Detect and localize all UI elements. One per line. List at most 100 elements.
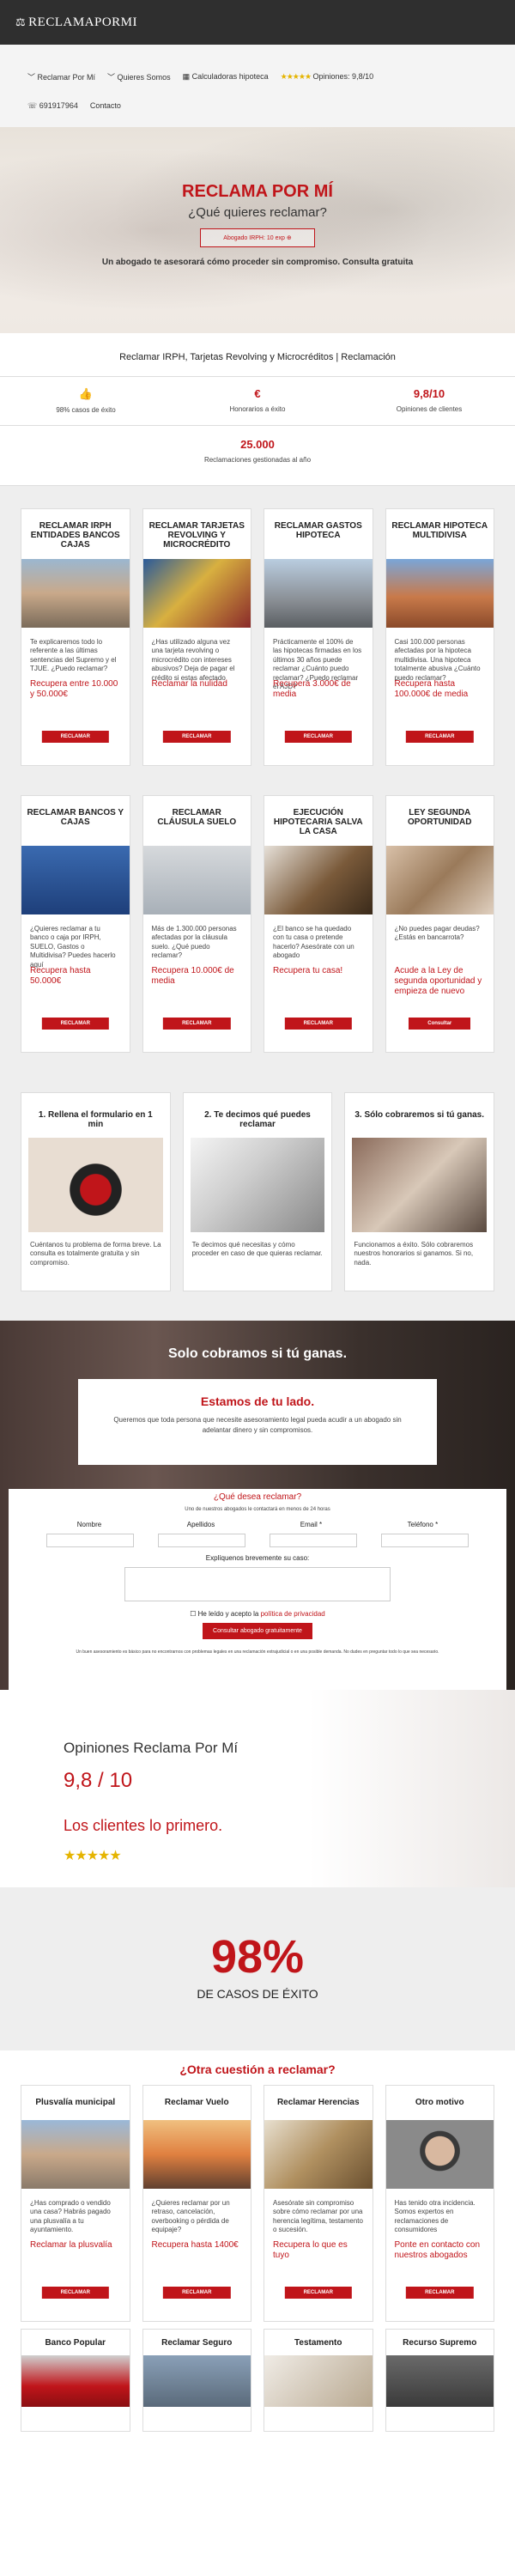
nav-item-quienes[interactable]: ﹀ Quieres Somos xyxy=(107,71,171,82)
card-ejecucion[interactable]: EJECUCIÓN HIPOTECARIA SALVA LA CASA ¿El b… xyxy=(264,795,373,1053)
other-claims-row: Plusvalía municipal ¿Has comprado o vendi… xyxy=(0,2085,515,2322)
submit-button[interactable]: Consultar abogado gratuitamente xyxy=(203,1623,312,1639)
step-2: 2. Te decimos qué puedes reclamar Te deci… xyxy=(182,1092,333,1291)
promise-box: Estamos de tu lado. Queremos que toda pe… xyxy=(78,1379,437,1465)
gavel-house-image xyxy=(264,846,373,914)
card-recurso-supremo[interactable]: Recurso Supremo xyxy=(385,2329,494,2432)
supreme-court-image xyxy=(385,2355,494,2407)
card-banco-popular[interactable]: Banco Popular xyxy=(21,2329,130,2432)
stars-icon: ★★★★★ xyxy=(280,71,312,81)
nav-item-calculadoras[interactable]: ▦ Calculadoras hipoteca xyxy=(183,72,269,82)
town-hall-image xyxy=(21,2120,130,2189)
total-claims: 25.000 Reclamaciones gestionadas al año xyxy=(0,426,515,486)
phone-form-image xyxy=(28,1138,163,1232)
bank-sign-image xyxy=(21,2355,130,2407)
brand-name: RECLAMAPORMI xyxy=(28,15,138,29)
reclamar-button[interactable]: RECLAMAR xyxy=(284,2287,352,2299)
floor-clause-image xyxy=(142,846,251,914)
case-textarea[interactable] xyxy=(124,1567,391,1601)
stat-rating: 9,8/10 Opiniones de clientes xyxy=(343,377,515,425)
nav-item-reclamar[interactable]: ﹀ Reclamar Por Mí xyxy=(27,71,95,82)
card-segunda-oportunidad[interactable]: LEY SEGUNDA OPORTUNIDAD ¿No puedes pagar … xyxy=(385,795,494,1053)
reclamar-button[interactable]: RECLAMAR xyxy=(163,731,231,743)
consultar-button[interactable]: Consultar xyxy=(409,1018,471,1030)
top-bar: ⚖ RECLAMAPORMI xyxy=(0,0,515,45)
nav-item-phone[interactable]: ☏ 691917964 xyxy=(27,101,78,111)
euro-icon: € xyxy=(254,387,261,400)
worried-woman-image xyxy=(385,846,494,914)
reclamar-button[interactable]: RECLAMAR xyxy=(41,731,109,743)
card-multidivisa[interactable]: RECLAMAR HIPOTECA MULTIDIVISA Casi 100.00… xyxy=(385,508,494,766)
contact-form: ¿Qué desea reclamar? Uno de nuestros abo… xyxy=(9,1489,506,1695)
reclamar-button[interactable]: RECLAMAR xyxy=(406,2287,474,2299)
stat-success: 👍 98% casos de éxito xyxy=(0,377,172,425)
card-herencias[interactable]: Reclamar Herencias Asesórate sin compromi… xyxy=(264,2085,373,2322)
documents-image xyxy=(190,1138,325,1232)
reclamar-button[interactable]: RECLAMAR xyxy=(163,1018,231,1030)
surname-field[interactable] xyxy=(158,1534,245,1547)
privacy-link[interactable]: política de privacidad xyxy=(261,1610,325,1618)
services-section: RECLAMAR IRPH ENTIDADES BANCOS CAJAS Te e… xyxy=(0,486,515,1066)
reclamar-button[interactable]: RECLAMAR xyxy=(41,1018,109,1030)
reclamar-button[interactable]: RECLAMAR xyxy=(284,731,352,743)
card-irph[interactable]: RECLAMAR IRPH ENTIDADES BANCOS CAJAS Te e… xyxy=(21,508,130,766)
housing-image xyxy=(385,559,494,628)
email-field[interactable] xyxy=(270,1534,357,1547)
reclamar-button[interactable]: RECLAMAR xyxy=(163,2287,231,2299)
main-nav: ﹀ Reclamar Por Mí ﹀ Quieres Somos ▦ Calc… xyxy=(0,45,515,127)
claim-question[interactable]: ¿Qué desea reclamar? xyxy=(9,1489,506,1502)
reclamar-button[interactable]: RECLAMAR xyxy=(41,2287,109,2299)
reclamar-button[interactable]: RECLAMAR xyxy=(284,1018,352,1030)
steps-section: 1. Rellena el formulario en 1 min Cuéntan… xyxy=(0,1066,515,1321)
city-building-image xyxy=(21,559,130,628)
rating-stars-icon: ★★★★★ xyxy=(64,1849,122,1863)
contact-section: Solo cobramos si tú ganas. Estamos de tu… xyxy=(0,1321,515,1695)
seo-heading: Reclamar IRPH, Tarjetas Revolving y Micr… xyxy=(119,352,396,362)
nav-item-contacto[interactable]: Contacto xyxy=(90,101,121,110)
phone-field[interactable] xyxy=(381,1534,469,1547)
other-claims-title: ¿Otra cuestión a reclamar? xyxy=(179,2063,336,2076)
card-seguro[interactable]: Reclamar Seguro xyxy=(142,2329,251,2432)
handshake-image xyxy=(352,1138,488,1232)
stat-fees: € Honorarios a éxito xyxy=(172,377,343,425)
credit-cards-image xyxy=(142,559,251,628)
card-bancos[interactable]: RECLAMAR BANCOS Y CAJAS ¿Quieres reclamar… xyxy=(21,795,130,1053)
calculator-icon: ▦ xyxy=(182,71,191,81)
airplane-image xyxy=(142,2120,251,2189)
keys-image xyxy=(264,2120,373,2189)
hero-title: RECLAMA POR MÍ xyxy=(182,182,333,201)
hero: RECLAMA POR MÍ ¿Qué quieres reclamar? Ab… xyxy=(0,127,515,333)
man-glasses-image xyxy=(385,2120,494,2189)
services-row-1: RECLAMAR IRPH ENTIDADES BANCOS CAJAS Te e… xyxy=(0,508,515,766)
apartment-image xyxy=(264,559,373,628)
bank-image xyxy=(21,846,130,914)
step-3: 3. Sólo cobraremos si tú ganas. Funcionam… xyxy=(344,1092,495,1291)
card-revolving[interactable]: RECLAMAR TARJETAS REVOLVING Y MICROCRÉDI… xyxy=(142,508,251,766)
claim-type-select[interactable]: Abogado IRPH: 10 exp ⊕ xyxy=(200,228,315,247)
opinions-section: Opiniones Reclama Por Mí 9,8 / 10 Los cl… xyxy=(0,1690,515,1887)
scales-icon: ⚖ xyxy=(15,15,27,28)
thumbs-up-icon: 👍 xyxy=(78,387,94,400)
success-rate: 98% DE CASOS DE ÉXITO xyxy=(0,1887,515,2050)
more-claims-row: Banco Popular Reclamar Seguro Testamento… xyxy=(0,2329,515,2432)
card-testamento[interactable]: Testamento xyxy=(264,2329,373,2432)
card-plusvalia[interactable]: Plusvalía municipal ¿Has comprado o vendi… xyxy=(21,2085,130,2322)
card-suelo[interactable]: RECLAMAR CLÁUSULA SUELO Más de 1.300.000 … xyxy=(142,795,251,1053)
contact-title: Solo cobramos si tú ganas. xyxy=(167,1346,348,1361)
privacy-checkbox[interactable]: ☐ xyxy=(190,1610,196,1618)
step-1: 1. Rellena el formulario en 1 min Cuéntan… xyxy=(21,1092,171,1291)
hero-question: ¿Qué quieres reclamar? xyxy=(188,205,327,220)
card-vuelo[interactable]: Reclamar Vuelo ¿Quieres reclamar por un r… xyxy=(142,2085,251,2322)
card-gastos[interactable]: RECLAMAR GASTOS HIPOTECA Prácticamente el… xyxy=(264,508,373,766)
signing-document-image xyxy=(264,2355,373,2407)
reclamar-button[interactable]: RECLAMAR xyxy=(406,731,474,743)
rating-value: 9,8/10 xyxy=(413,387,445,400)
name-field[interactable] xyxy=(46,1534,134,1547)
site-logo[interactable]: ⚖ RECLAMAPORMI xyxy=(15,15,137,30)
stats-bar: 👍 98% casos de éxito € Honorarios a éxito … xyxy=(0,376,515,426)
nav-item-opiniones[interactable]: ★★★★★ Opiniones: 9,8/10 xyxy=(281,72,373,82)
services-row-2: RECLAMAR BANCOS Y CAJAS ¿Quieres reclamar… xyxy=(0,795,515,1053)
car-accident-image xyxy=(142,2355,251,2407)
card-otro[interactable]: Otro motivo Has tenido otra incidencia. S… xyxy=(385,2085,494,2322)
hero-subtitle: Un abogado te asesorará cómo proceder si… xyxy=(101,258,414,267)
